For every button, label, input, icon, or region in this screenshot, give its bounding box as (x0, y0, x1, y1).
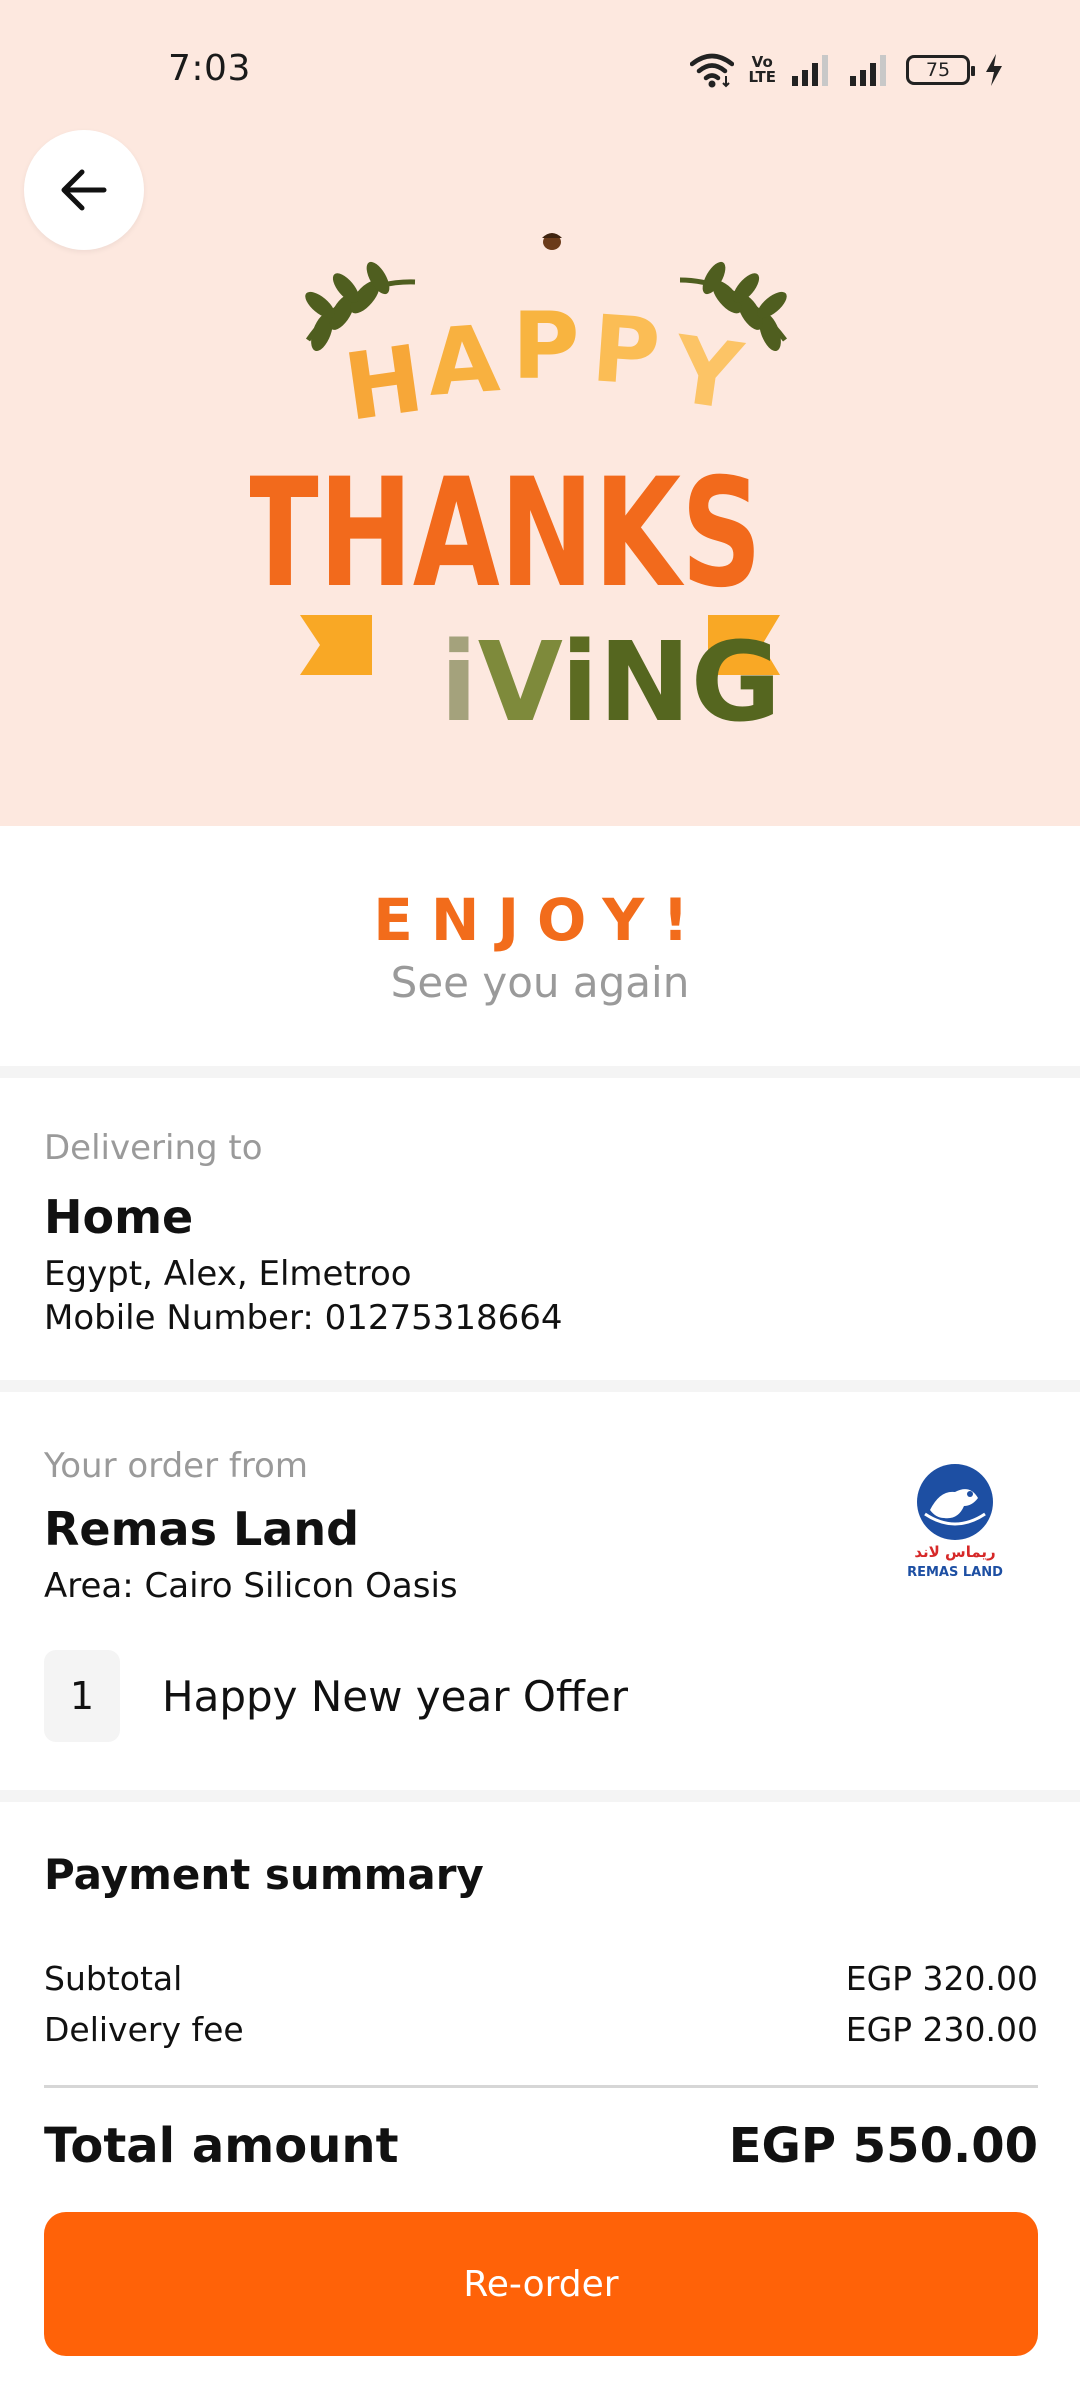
order-label: Your order from (44, 1446, 308, 1486)
section-divider (0, 1380, 1080, 1392)
order-section: Your order from Remas Land Area: Cairo S… (44, 1446, 1044, 1606)
thanksgiving-illustration: H A P P Y THANKS iViNG (250, 233, 787, 746)
delivery-section: Delivering to Home Egypt, Alex, Elmetroo… (44, 1128, 1044, 1338)
store-logo-text: REMAS LAND (907, 1565, 1003, 1580)
payment-summary: Payment summary Subtotal EGP 320.00 Deli… (44, 1850, 1038, 2174)
enjoy-subtitle: See you again (390, 958, 690, 1007)
subtotal-label: Subtotal (44, 1959, 183, 1998)
back-button[interactable] (24, 130, 144, 250)
item-name: Happy New year Offer (162, 1671, 628, 1721)
status-icons: Vo LTE 75 (690, 48, 1004, 92)
item-quantity: 1 (44, 1650, 120, 1742)
order-complete-screen: 7:03 Vo LTE 75 H A P P Y THANKS iViNG EN… (0, 0, 1080, 2400)
list-item: 1 Happy New year Offer (44, 1650, 628, 1742)
payment-title: Payment summary (44, 1850, 484, 1899)
banner-letter-h: H (338, 325, 429, 442)
banner-letter-p2: P (588, 295, 663, 406)
volte-icon: Vo LTE (748, 53, 776, 86)
acorn-icon (542, 233, 562, 250)
signal-icon (792, 55, 828, 86)
store-logo-arabic: ريماس لاند (914, 1543, 995, 1561)
banner-letter-p1: P (512, 293, 579, 400)
battery-icon: 75 (906, 55, 975, 85)
status-time: 7:03 (168, 48, 251, 89)
banner-letter-y: Y (666, 316, 749, 432)
reorder-button[interactable]: Re-order (44, 2212, 1038, 2356)
signal-icon-2 (850, 55, 886, 86)
store-area: Area: Cairo Silicon Oasis (44, 1566, 458, 1606)
total-label: Total amount (44, 2118, 399, 2174)
payment-separator (44, 2085, 1038, 2088)
enjoy-title: ENJOY! (373, 886, 707, 954)
back-arrow-icon (61, 169, 107, 211)
store-logo: ريماس لاند REMAS LAND (907, 1464, 1003, 1580)
left-ribbon (300, 615, 372, 675)
charging-icon (986, 54, 1002, 86)
banner-word-thanks: THANKS (250, 447, 762, 621)
delivery-fee-value: EGP 230.00 (845, 2010, 1038, 2049)
delivery-address: Egypt, Alex, Elmetroo (44, 1254, 412, 1294)
total-value: EGP 550.00 (728, 2118, 1038, 2174)
total-row: Total amount EGP 550.00 (44, 2118, 1038, 2174)
store-name: Remas Land (44, 1502, 360, 1556)
banner-word-giving: iViNG (440, 618, 781, 746)
section-divider (0, 1790, 1080, 1802)
subtotal-row: Subtotal EGP 320.00 (44, 1959, 1038, 1998)
delivery-place: Home (44, 1190, 194, 1244)
banner-letter-a: A (424, 305, 502, 417)
thank-you-section: ENJOY! See you again (0, 826, 1080, 1066)
delivery-fee-row: Delivery fee EGP 230.00 (44, 2010, 1038, 2049)
hero-banner: 7:03 Vo LTE 75 H A P P Y THANKS iViNG (0, 0, 1080, 826)
section-divider (0, 1066, 1080, 1078)
subtotal-value: EGP 320.00 (845, 1959, 1038, 1998)
delivery-fee-label: Delivery fee (44, 2010, 244, 2049)
delivery-label: Delivering to (44, 1128, 263, 1168)
delivery-mobile: Mobile Number: 01275318664 (44, 1298, 563, 1338)
wifi-icon (690, 53, 735, 88)
